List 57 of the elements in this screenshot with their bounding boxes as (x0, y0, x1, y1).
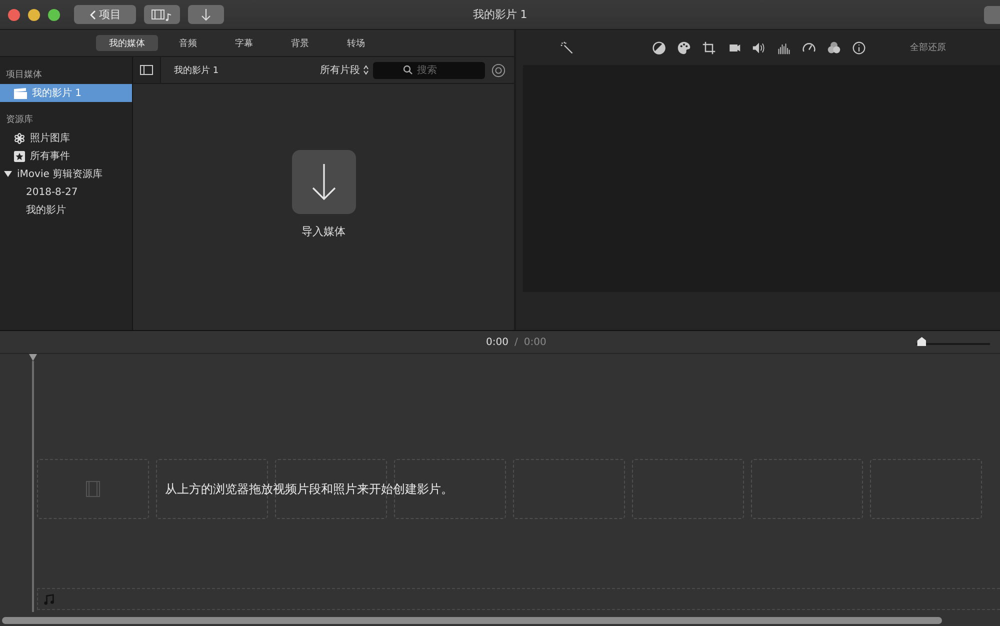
back-button[interactable]: 项目 (74, 5, 136, 24)
sidebar-item[interactable]: iMovie 剪辑资源库 (0, 165, 132, 183)
color-circles-icon[interactable] (827, 40, 841, 54)
music-note-icon (44, 594, 55, 604)
film-music-icon (151, 8, 173, 20)
speedometer-icon[interactable] (802, 40, 816, 54)
up-down-chevron-icon (363, 65, 369, 75)
speaker-icon[interactable] (752, 40, 766, 54)
chevron-left-icon (89, 10, 96, 20)
import-media-label: 导入媒体 (302, 224, 346, 238)
film-icon (86, 481, 100, 497)
total-time: 0:00 (524, 336, 546, 348)
sidebar-item[interactable]: 我的影片 (0, 201, 132, 219)
tab[interactable]: 背景 (278, 35, 322, 51)
search-field[interactable]: 搜索 (373, 62, 485, 78)
filter-dropdown[interactable]: 所有片段 (320, 63, 369, 77)
scrollbar[interactable] (2, 617, 942, 624)
zoom-button[interactable] (48, 8, 60, 20)
playhead-handle[interactable] (29, 354, 37, 361)
settings-icon[interactable] (491, 62, 506, 78)
info-icon[interactable] (852, 40, 866, 54)
equalizer-icon[interactable] (777, 40, 791, 54)
reset-all-button[interactable]: 全部还原 (910, 41, 946, 54)
minimize-button[interactable] (28, 8, 40, 20)
window-title: 我的影片 1 (472, 7, 528, 22)
disclosure-down-icon[interactable] (4, 170, 12, 178)
media-button[interactable] (144, 5, 180, 24)
tab[interactable]: 转场 (334, 35, 378, 51)
search-icon (403, 65, 413, 75)
import-button[interactable] (188, 5, 224, 24)
close-button[interactable] (8, 8, 20, 20)
browser-title: 我的影片 1 (174, 64, 220, 76)
section-title: 资源库 (5, 114, 34, 127)
star-icon (14, 150, 25, 162)
section-title: 项目媒体 (5, 68, 43, 82)
contrast-icon[interactable] (652, 40, 666, 54)
magic-wand-icon[interactable] (560, 40, 574, 54)
search-input[interactable]: 搜索 (417, 64, 477, 76)
down-arrow-icon (310, 162, 336, 200)
down-arrow-icon (201, 8, 211, 20)
current-time: 0:00 (486, 336, 508, 348)
sidebar-item[interactable]: 2018-8-27 (0, 183, 132, 201)
sidebar-icon (140, 65, 153, 75)
tab[interactable]: 我的媒体 (96, 35, 158, 51)
crop-icon[interactable] (702, 40, 716, 54)
timeline-hint: 从上方的浏览器拖放视频片段和照片来开始创建影片。 (165, 481, 453, 498)
sidebar-item[interactable]: 照片图库 (0, 129, 132, 147)
clapper-icon (14, 88, 27, 98)
flower-icon (14, 132, 25, 144)
import-media-button[interactable] (292, 150, 356, 214)
slider-thumb[interactable] (917, 337, 926, 346)
sidebar-item[interactable]: 所有事件 (0, 147, 132, 165)
tab[interactable]: 音频 (166, 35, 210, 51)
palette-icon[interactable] (677, 40, 691, 54)
sidebar-toggle-button[interactable] (133, 57, 161, 83)
time-separator: / (514, 336, 518, 348)
tab[interactable]: 字幕 (222, 35, 266, 51)
